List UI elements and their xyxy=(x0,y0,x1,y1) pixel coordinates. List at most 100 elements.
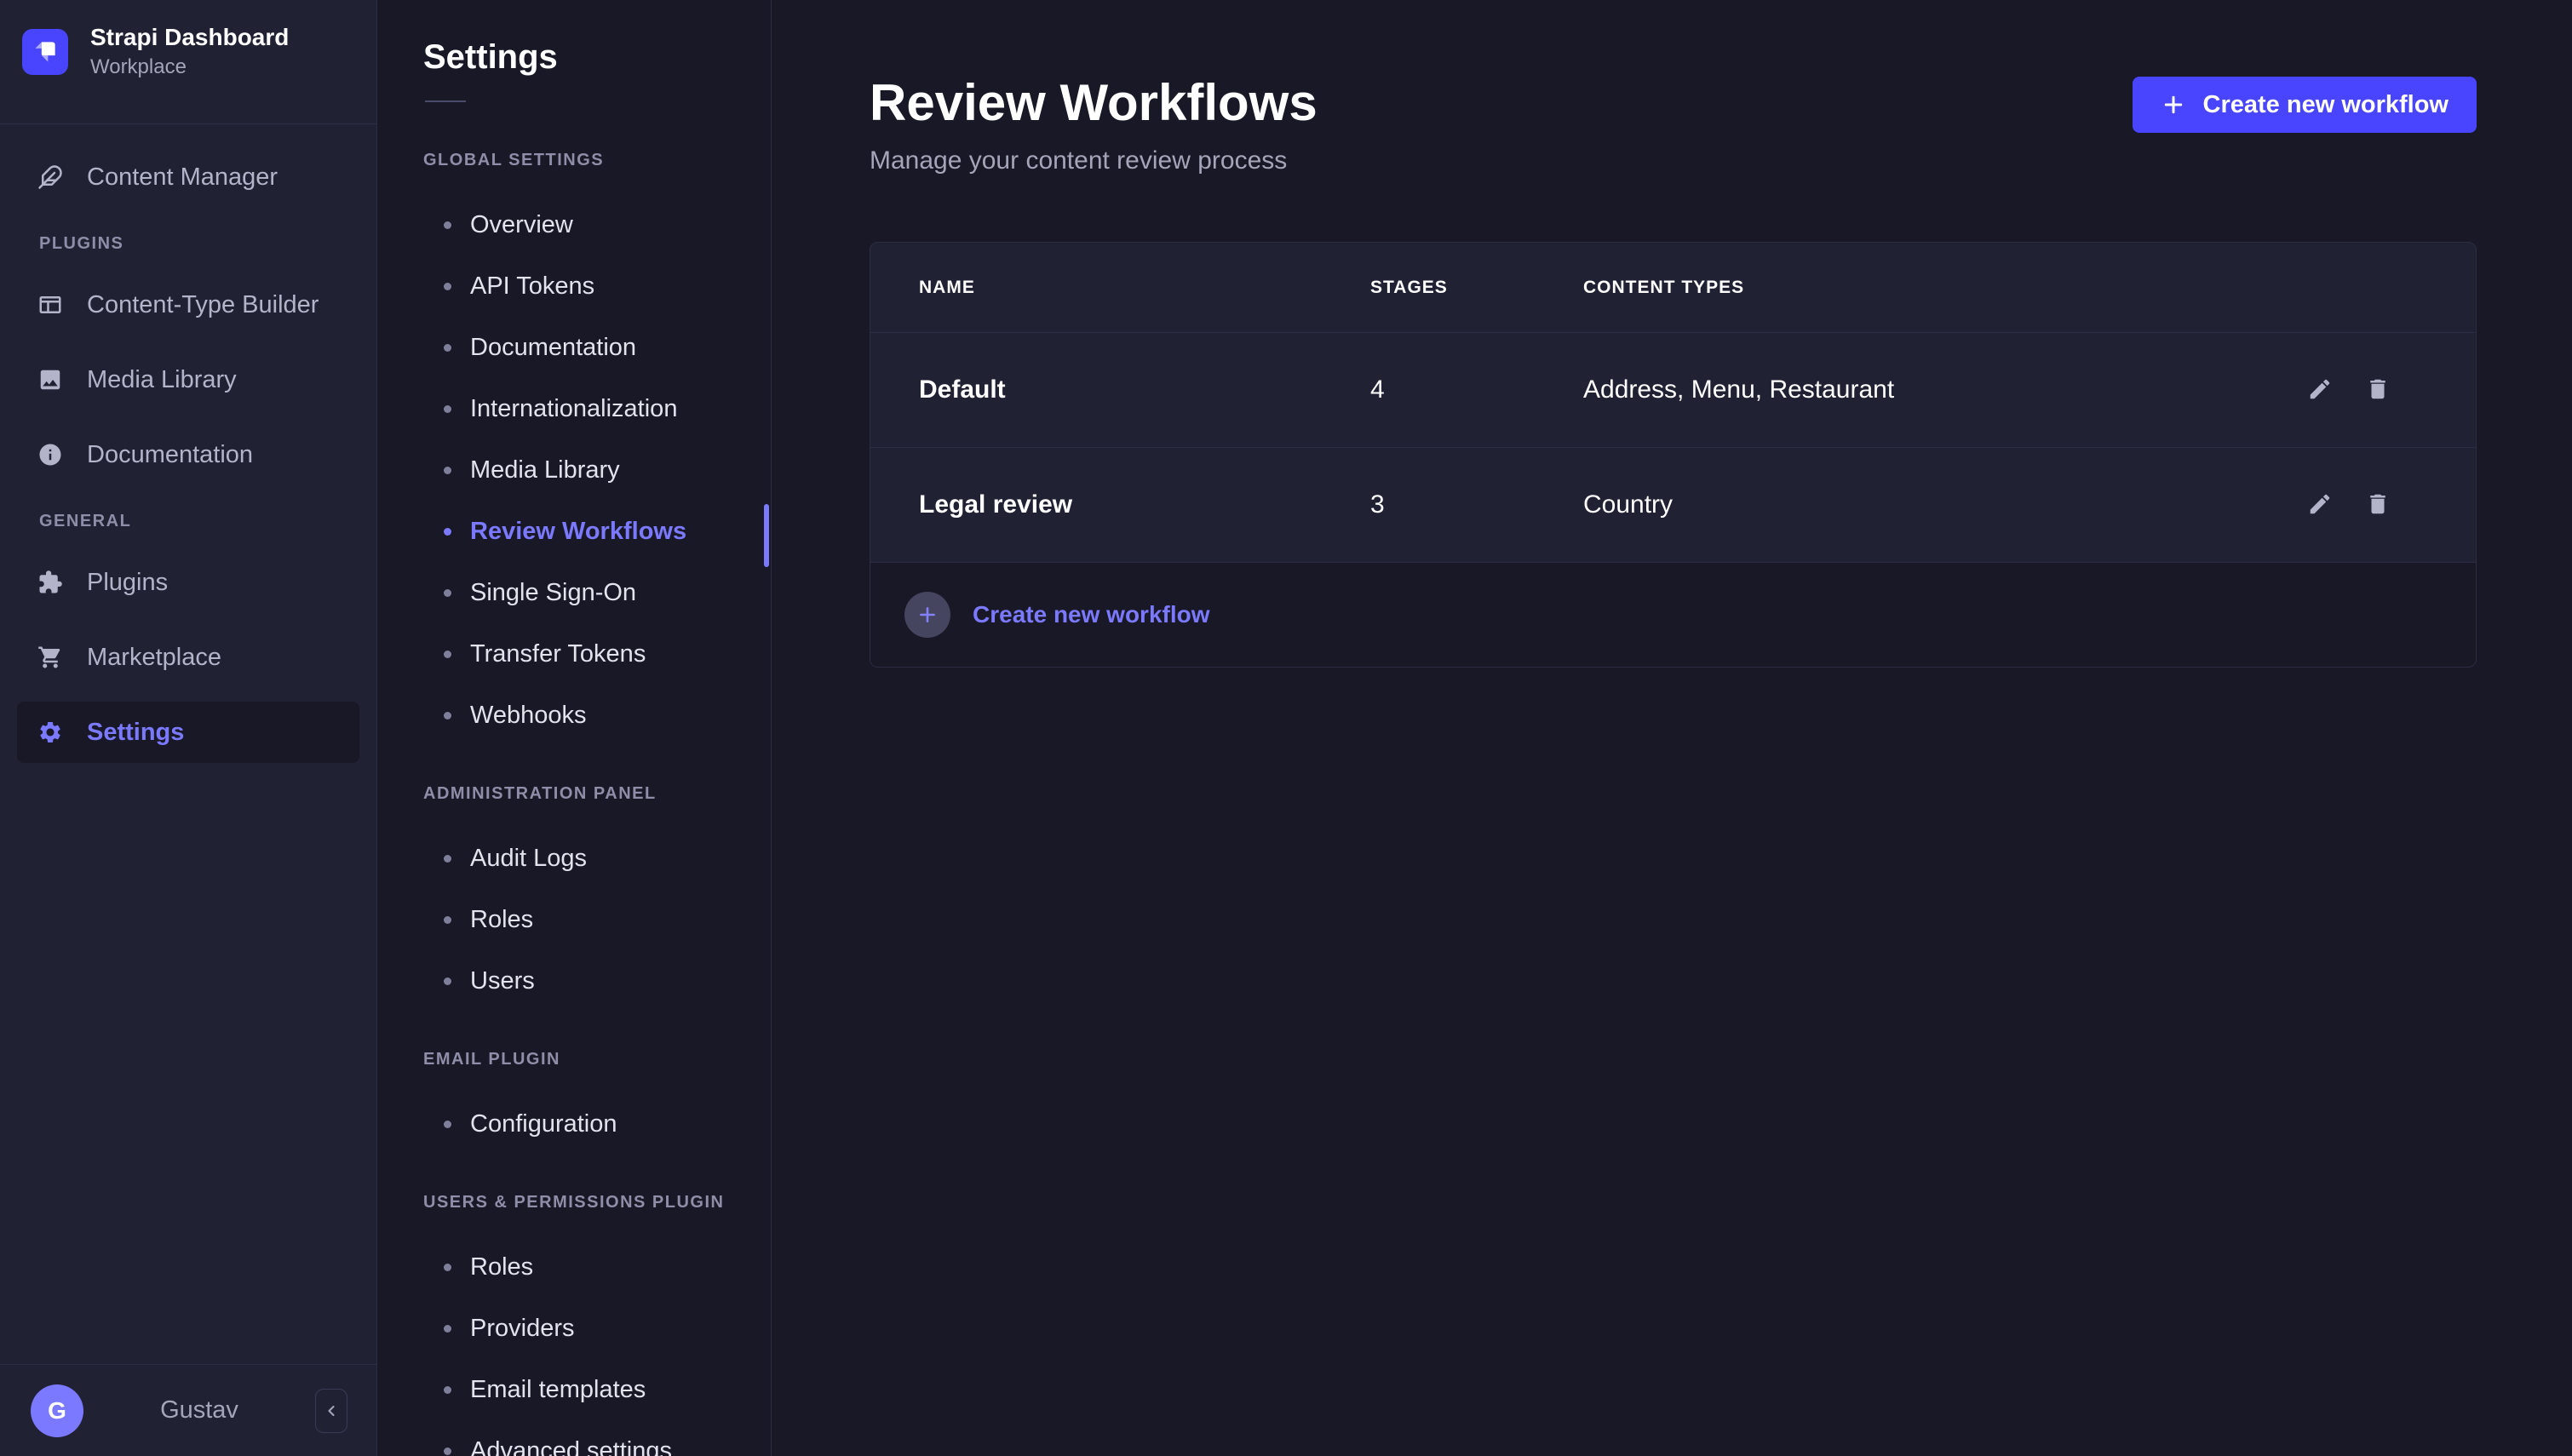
nav-section-plugins: PLUGINS xyxy=(39,233,359,254)
workflow-name: Default xyxy=(919,375,1370,404)
bullet-dot xyxy=(444,1386,451,1394)
sidebar-item-content-manager[interactable]: Content Manager xyxy=(17,146,359,208)
subnav-item-label: Media Library xyxy=(470,456,620,484)
subnav-item-label: Internationalization xyxy=(470,395,677,423)
user-footer: G Gustav xyxy=(0,1364,376,1456)
page-header: Review Workflows Manage your content rev… xyxy=(772,0,2572,175)
sidebar-item-label: Content-Type Builder xyxy=(87,291,319,319)
gear-icon xyxy=(37,719,63,745)
add-workflow-circle-button[interactable] xyxy=(904,592,950,638)
bullet-dot xyxy=(444,589,451,597)
bullet-dot xyxy=(444,1264,451,1271)
subnav-item-single-sign-on[interactable]: Single Sign-On xyxy=(377,562,771,623)
subnav-item-advanced-settings[interactable]: Advanced settings xyxy=(377,1420,771,1456)
sidebar-item-documentation[interactable]: Documentation xyxy=(17,424,359,485)
subnav-item-overview[interactable]: Overview xyxy=(377,194,771,255)
bullet-dot xyxy=(444,528,451,536)
brand-text: Strapi Dashboard Workplace xyxy=(90,24,289,79)
nav-section-general: GENERAL xyxy=(39,511,359,531)
strapi-logo-glyph xyxy=(28,35,62,69)
table-footer-create-row[interactable]: Create new workflow xyxy=(870,563,2476,667)
bullet-dot xyxy=(444,977,451,985)
nav-items: Content Manager PLUGINS Content-Type Bui… xyxy=(0,124,376,763)
subnav-item-providers[interactable]: Providers xyxy=(377,1298,771,1359)
bullet-dot xyxy=(444,1325,451,1333)
subnav-scrollbar-thumb[interactable] xyxy=(764,504,769,567)
sidebar-item-label: Content Manager xyxy=(87,163,278,192)
table-header-row: NAME STAGES CONTENT TYPES xyxy=(870,243,2476,333)
subnav-item-email-templates[interactable]: Email templates xyxy=(377,1359,771,1420)
subnav-item-configuration[interactable]: Configuration xyxy=(377,1093,771,1155)
subnav-item-media-library[interactable]: Media Library xyxy=(377,439,771,501)
footer-create-label: Create new workflow xyxy=(973,601,1210,628)
avatar[interactable]: G xyxy=(31,1384,83,1437)
sidebar-item-plugins[interactable]: Plugins xyxy=(17,552,359,613)
subnav-item-label: Single Sign-On xyxy=(470,579,636,607)
workflow-content-types: Country xyxy=(1583,490,2203,519)
bullet-dot xyxy=(444,1121,451,1128)
info-icon xyxy=(37,442,63,467)
table-row[interactable]: Legal review 3 Country xyxy=(870,448,2476,563)
subnav-item-label: Review Workflows xyxy=(470,518,686,546)
table-row[interactable]: Default 4 Address, Menu, Restaurant xyxy=(870,333,2476,448)
sidebar-item-media-library[interactable]: Media Library xyxy=(17,349,359,410)
workflow-name: Legal review xyxy=(919,490,1370,519)
subnav-item-transfer-tokens[interactable]: Transfer Tokens xyxy=(377,623,771,685)
main-content: Review Workflows Manage your content rev… xyxy=(772,0,2572,1456)
subnav-item-label: Roles xyxy=(470,1253,533,1281)
subnav-item-api-tokens[interactable]: API Tokens xyxy=(377,255,771,317)
workflows-table: NAME STAGES CONTENT TYPES Default 4 Addr… xyxy=(870,242,2477,668)
sidebar-item-marketplace[interactable]: Marketplace xyxy=(17,627,359,688)
subnav-item-webhooks[interactable]: Webhooks xyxy=(377,685,771,746)
delete-workflow-button[interactable] xyxy=(2365,491,2391,519)
subnav-item-review-workflows[interactable]: Review Workflows xyxy=(377,501,771,562)
edit-icon xyxy=(2307,376,2333,402)
strapi-logo-icon xyxy=(22,29,68,75)
column-header-name: NAME xyxy=(919,278,1370,298)
bullet-dot xyxy=(444,916,451,924)
create-new-workflow-button[interactable]: Create new workflow xyxy=(2133,77,2477,133)
row-actions xyxy=(2203,491,2391,519)
edit-icon xyxy=(2307,491,2333,517)
page-title: Review Workflows xyxy=(870,73,1318,133)
collapse-sidebar-button[interactable] xyxy=(315,1389,347,1433)
subnav-section-label: EMAIL PLUGIN xyxy=(423,1049,771,1069)
subnav-item-documentation[interactable]: Documentation xyxy=(377,317,771,378)
main-navigation: Strapi Dashboard Workplace Content Manag… xyxy=(0,0,377,1456)
subnav-section-email-plugin: EMAIL PLUGIN Configuration xyxy=(377,1049,771,1155)
subnav-section-label: ADMINISTRATION PANEL xyxy=(423,783,771,804)
workspace-name: Workplace xyxy=(90,55,289,79)
page-header-text: Review Workflows Manage your content rev… xyxy=(870,73,1318,175)
image-icon xyxy=(37,367,63,393)
delete-workflow-button[interactable] xyxy=(2365,376,2391,404)
trash-icon xyxy=(2365,376,2391,402)
edit-workflow-button[interactable] xyxy=(2307,491,2333,519)
subnav-section-users-permissions-plugin: USERS & PERMISSIONS PLUGIN Roles Provide… xyxy=(377,1192,771,1456)
brand: Strapi Dashboard Workplace xyxy=(0,0,376,101)
workflow-content-types: Address, Menu, Restaurant xyxy=(1583,375,2203,404)
subnav-item-label: Configuration xyxy=(470,1110,617,1138)
bullet-dot xyxy=(444,1447,451,1455)
subnav-item-label: Roles xyxy=(470,906,533,934)
sidebar-item-content-type-builder[interactable]: Content-Type Builder xyxy=(17,274,359,335)
puzzle-icon xyxy=(37,570,63,595)
sidebar-item-settings[interactable]: Settings xyxy=(17,702,359,763)
subnav-item-audit-logs[interactable]: Audit Logs xyxy=(377,828,771,889)
subnav-item-roles[interactable]: Roles xyxy=(377,889,771,950)
sidebar-item-label: Media Library xyxy=(87,366,237,394)
subnav-item-internationalization[interactable]: Internationalization xyxy=(377,378,771,439)
subnav-item-label: Documentation xyxy=(470,334,636,362)
bullet-dot xyxy=(444,283,451,290)
bullet-dot xyxy=(444,855,451,863)
edit-workflow-button[interactable] xyxy=(2307,376,2333,404)
subnav-item-label: Users xyxy=(470,967,535,995)
bullet-dot xyxy=(444,221,451,229)
plus-icon xyxy=(2161,92,2186,118)
settings-subnav: Settings GLOBAL SETTINGS Overview API To… xyxy=(377,0,772,1456)
cart-icon xyxy=(37,645,63,670)
feather-pen-icon xyxy=(37,164,63,190)
subnav-item-users[interactable]: Users xyxy=(377,950,771,1012)
subnav-title: Settings xyxy=(377,0,771,77)
subnav-item-up-roles[interactable]: Roles xyxy=(377,1236,771,1298)
subnav-item-label: Transfer Tokens xyxy=(470,640,646,668)
